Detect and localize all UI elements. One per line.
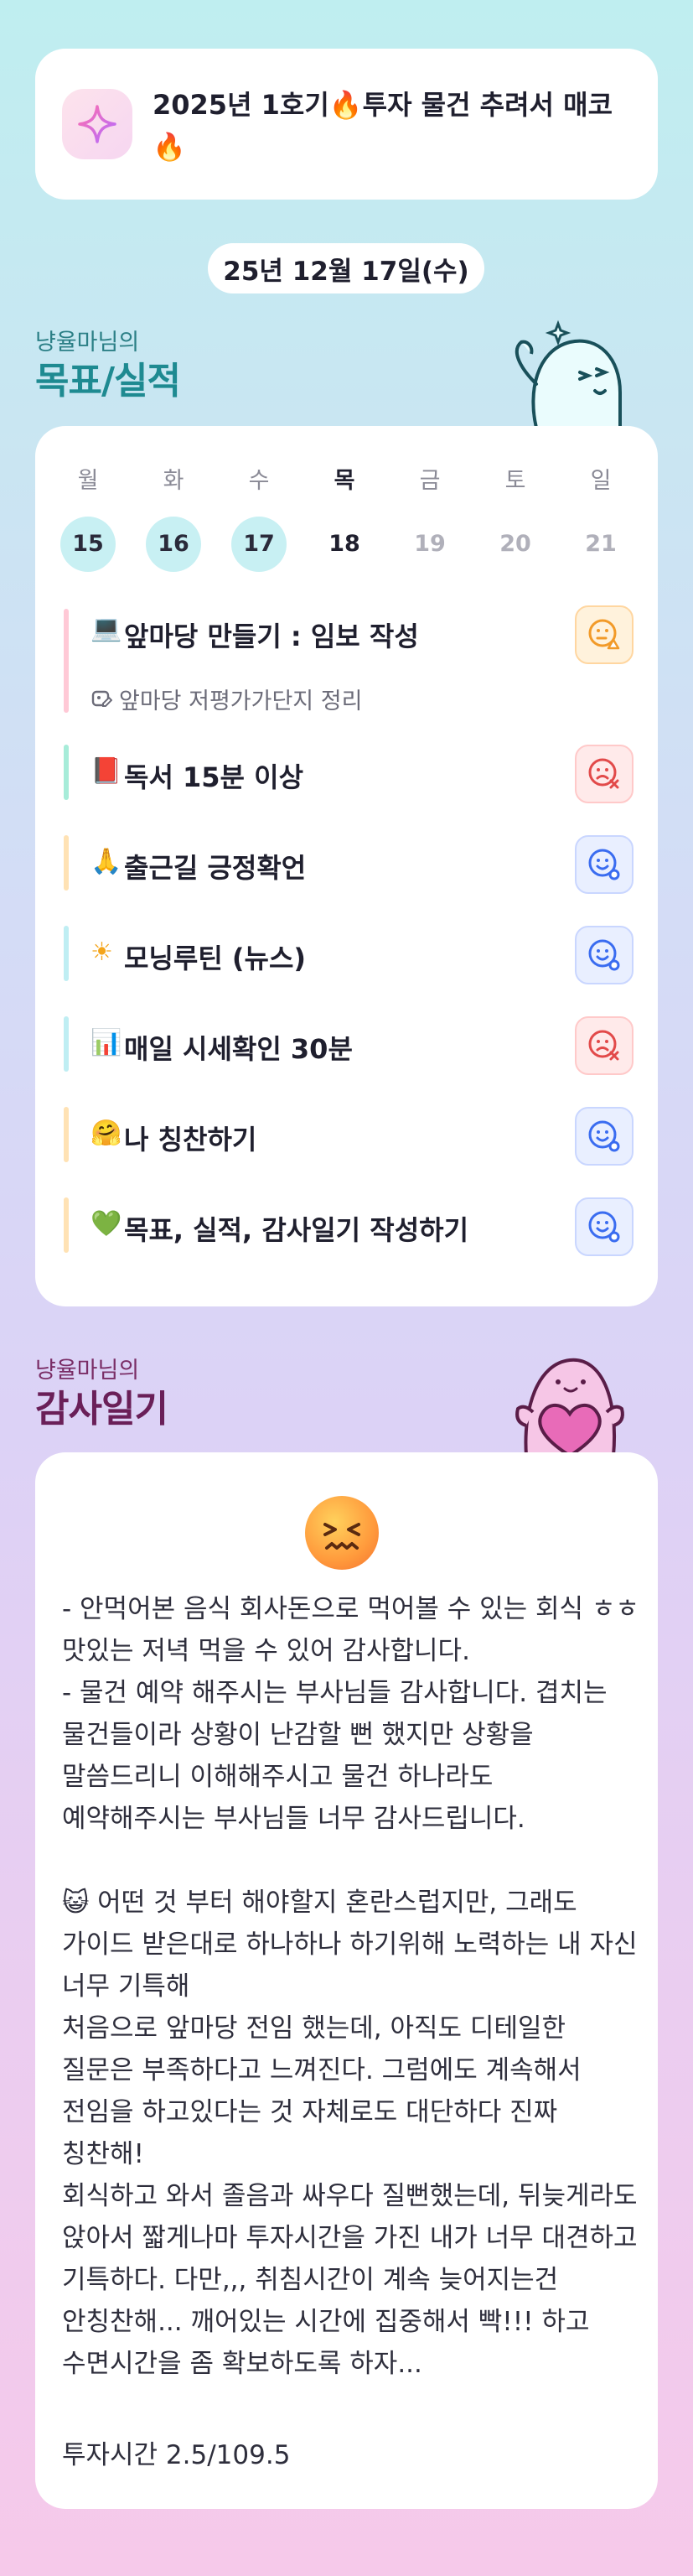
sun-icon: ☀ xyxy=(91,937,113,967)
goal-bar xyxy=(64,835,69,891)
goal-item[interactable]: 🙏 출근길 긍정확언 xyxy=(64,835,634,894)
day-number: 21 xyxy=(585,531,617,557)
goal-text: 매일 시세확인 30분 xyxy=(124,1033,353,1065)
pray-icon: 🙏 xyxy=(91,847,122,876)
day-number: 20 xyxy=(499,531,531,557)
day-fri[interactable]: 금 19 xyxy=(402,465,458,572)
status-done-icon[interactable] xyxy=(575,1197,634,1256)
goal-bar xyxy=(64,609,69,713)
day-label: 수 xyxy=(248,468,270,494)
chart-icon: 📊 xyxy=(91,1028,122,1057)
day-sun[interactable]: 일 21 xyxy=(573,465,628,572)
goal-subtask: 앞마당 저평가가단지 정리 xyxy=(91,683,362,715)
date-pill: 25년 12월 17일(수) xyxy=(208,243,484,293)
diary-section-title: 감사일기 xyxy=(35,1388,168,1431)
hug-icon: 🤗 xyxy=(91,1119,122,1148)
goal-item[interactable]: 📕 독서 15분 이상 xyxy=(64,745,634,803)
goal-text: 나 칭찬하기 xyxy=(124,1124,257,1156)
status-fail-icon[interactable] xyxy=(575,1016,634,1075)
green-heart-icon: 💚 xyxy=(91,1209,122,1239)
confounded-face-icon xyxy=(305,1496,379,1570)
sparkle-icon xyxy=(62,89,132,159)
day-tue[interactable]: 화 16 xyxy=(146,465,201,572)
goal-text: 앞마당 만들기 : 임보 작성 xyxy=(124,621,419,652)
laptop-icon: 💻 xyxy=(91,614,122,643)
day-label: 화 xyxy=(163,468,184,494)
day-label: 토 xyxy=(504,468,526,494)
gratitude-diary-card: - 안먹어본 음식 회사돈으로 먹어볼 수 있는 회식 ㅎㅎ 맛있는 저녁 먹을… xyxy=(35,1452,658,2509)
day-number: 17 xyxy=(231,517,287,572)
day-thu[interactable]: 목 18 xyxy=(317,465,372,572)
week-strip: 월 15 화 16 수 17 목 18 금 19 토 20 일 21 xyxy=(60,465,641,572)
goal-text: 모닝루틴 (뉴스) xyxy=(124,943,307,974)
goal-text: 출근길 긍정확언 xyxy=(124,852,307,884)
day-sat[interactable]: 토 20 xyxy=(488,465,543,572)
header-title: 2025년 1호기🔥투자 물건 추려서 매코🔥 xyxy=(153,89,613,163)
goal-item[interactable]: 🤗 나 칭찬하기 xyxy=(64,1107,634,1166)
invest-time: 투자시간 2.5/109.5 xyxy=(62,2440,291,2470)
status-fail-icon[interactable] xyxy=(575,745,634,803)
goal-item[interactable]: 📊 매일 시세확인 30분 xyxy=(64,1016,634,1075)
goal-bar xyxy=(64,745,69,800)
book-icon: 📕 xyxy=(91,756,122,786)
ghost-mascot-icon xyxy=(503,317,628,429)
heart-mascot-icon xyxy=(501,1348,635,1458)
goal-item[interactable]: 💚 목표, 실적, 감사일기 작성하기 xyxy=(64,1197,634,1256)
day-mon[interactable]: 월 15 xyxy=(60,465,116,572)
goal-item[interactable]: 💻 앞마당 만들기 : 임보 작성 앞마당 저평가가단지 정리 xyxy=(64,605,634,716)
goal-bar xyxy=(64,1197,69,1253)
goal-bar xyxy=(64,1016,69,1072)
day-number: 16 xyxy=(146,517,201,572)
day-label: 금 xyxy=(419,468,441,494)
status-done-icon[interactable] xyxy=(575,835,634,894)
goal-text: 목표, 실적, 감사일기 작성하기 xyxy=(124,1214,469,1246)
goal-header-card: 2025년 1호기🔥투자 물건 추려서 매코🔥 xyxy=(35,49,658,200)
diary-body: - 안먹어본 음식 회사돈으로 먹어볼 수 있는 회식 ㅎㅎ 맛있는 저녁 먹을… xyxy=(62,1594,639,2379)
goal-text: 독서 15분 이상 xyxy=(124,761,304,793)
goal-bar xyxy=(64,1107,69,1162)
goal-item[interactable]: ☀ 모닝루틴 (뉴스) xyxy=(64,926,634,984)
status-partial-icon[interactable] xyxy=(575,605,634,664)
day-number: 19 xyxy=(414,531,446,557)
note-icon xyxy=(91,690,112,707)
goals-card: 월 15 화 16 수 17 목 18 금 19 토 20 일 21 💻 앞마당… xyxy=(35,426,658,1306)
status-done-icon[interactable] xyxy=(575,926,634,984)
goal-subtask-text: 앞마당 저평가가단지 정리 xyxy=(119,688,363,714)
day-label: 목 xyxy=(334,468,355,494)
status-done-icon[interactable] xyxy=(575,1107,634,1166)
day-wed[interactable]: 수 17 xyxy=(231,465,287,572)
day-label: 월 xyxy=(77,468,99,494)
goals-section-title: 목표/실적 xyxy=(35,360,181,402)
goal-bar xyxy=(64,926,69,981)
day-number: 18 xyxy=(328,531,360,557)
day-label: 일 xyxy=(590,468,612,494)
day-number: 15 xyxy=(60,517,116,572)
